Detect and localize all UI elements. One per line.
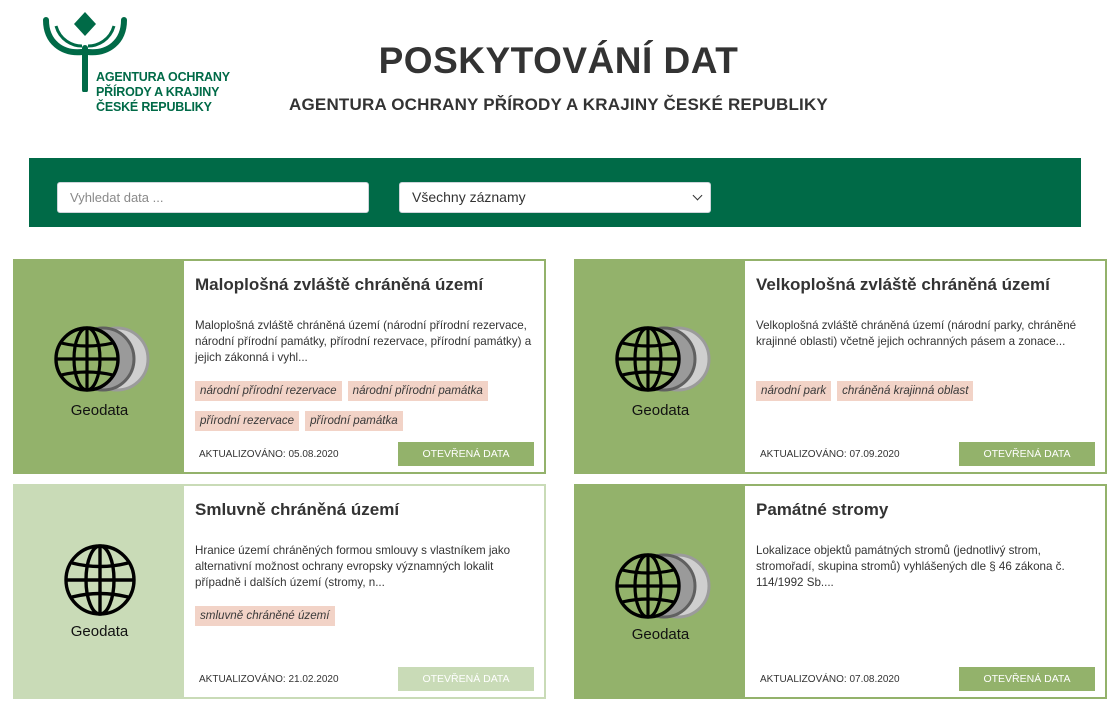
search-input[interactable] — [57, 182, 369, 213]
tag[interactable]: přírodní památka — [305, 411, 403, 431]
card-media: Geodata — [576, 486, 745, 697]
media-label: Geodata — [631, 402, 690, 419]
page-subtitle: AGENTURA OCHRANY PŘÍRODY A KRAJINY ČESKÉ… — [289, 95, 828, 114]
media-label: Geodata — [631, 626, 690, 643]
globe-icon — [64, 544, 136, 616]
globe-stack-icon — [615, 553, 711, 619]
card-title[interactable]: Maloplošná zvláště chráněná území — [195, 275, 483, 295]
tag-list: národní park chráněná krajinná oblast — [756, 381, 1101, 411]
updated-date: AKTUALIZOVÁNO: 07.08.2020 — [760, 674, 900, 685]
updated-date: AKTUALIZOVÁNO: 07.09.2020 — [760, 449, 900, 460]
page-title: POSKYTOVÁNÍ DAT — [378, 40, 739, 81]
open-data-button[interactable]: OTEVŘENÁ DATA — [398, 667, 534, 691]
card-description: Lokalizace objektů památných stromů (jed… — [756, 544, 1065, 589]
tag[interactable]: národní přírodní památka — [347, 381, 488, 401]
card-media: Geodata — [15, 486, 184, 697]
dataset-card: Geodata Památné stromy Lokalizace objekt… — [574, 484, 1107, 699]
tag[interactable]: národní přírodní rezervace — [195, 381, 342, 401]
open-data-button[interactable]: OTEVŘENÁ DATA — [959, 442, 1095, 466]
card-title[interactable]: Smluvně chráněná území — [195, 500, 399, 520]
tag[interactable]: smluvně chráněné území — [195, 606, 335, 626]
card-body: Památné stromy Lokalizace objektů památn… — [756, 486, 1097, 697]
dataset-card: Geodata Velkoplošná zvláště chráněná úze… — [574, 259, 1107, 474]
dataset-card: Geodata Smluvně chráněná území Hranice ú… — [13, 484, 546, 699]
card-body: Velkoplošná zvláště chráněná území Velko… — [756, 261, 1097, 472]
tag-list: smluvně chráněné území — [195, 606, 540, 636]
card-description: Velkoplošná zvláště chráněná území (náro… — [756, 319, 1077, 348]
chevron-down-icon — [692, 190, 703, 201]
media-label: Geodata — [70, 402, 129, 419]
filter-bar: Všechny záznamy — [29, 158, 1081, 227]
records-select-value: Všechny záznamy — [412, 189, 526, 205]
globe-stack-icon — [54, 326, 150, 392]
card-title[interactable]: Velkoplošná zvláště chráněná území — [756, 275, 1050, 295]
card-body: Maloplošná zvláště chráněná území Malopl… — [195, 261, 536, 472]
card-description: Hranice území chráněných formou smlouvy … — [195, 544, 511, 589]
tag-list: národní přírodní rezervace národní přírod… — [195, 381, 540, 441]
dataset-card: Geodata Maloplošná zvláště chráněná územ… — [13, 259, 546, 474]
tag[interactable]: národní park — [756, 381, 832, 401]
updated-date: AKTUALIZOVÁNO: 21.02.2020 — [199, 674, 339, 685]
open-data-button[interactable]: OTEVŘENÁ DATA — [959, 667, 1095, 691]
card-media: Geodata — [576, 261, 745, 472]
records-select[interactable]: Všechny záznamy — [399, 182, 711, 213]
card-description: Maloplošná zvláště chráněná území (národ… — [195, 319, 532, 364]
card-title[interactable]: Památné stromy — [756, 500, 888, 520]
globe-stack-icon — [615, 326, 711, 392]
tag[interactable]: chráněná krajinná oblast — [837, 381, 974, 401]
updated-date: AKTUALIZOVÁNO: 05.08.2020 — [199, 449, 339, 460]
open-data-button[interactable]: OTEVŘENÁ DATA — [398, 442, 534, 466]
media-label: Geodata — [70, 623, 129, 640]
card-media: Geodata — [15, 261, 184, 472]
tag[interactable]: přírodní rezervace — [195, 411, 300, 431]
card-body: Smluvně chráněná území Hranice území chr… — [195, 486, 536, 697]
